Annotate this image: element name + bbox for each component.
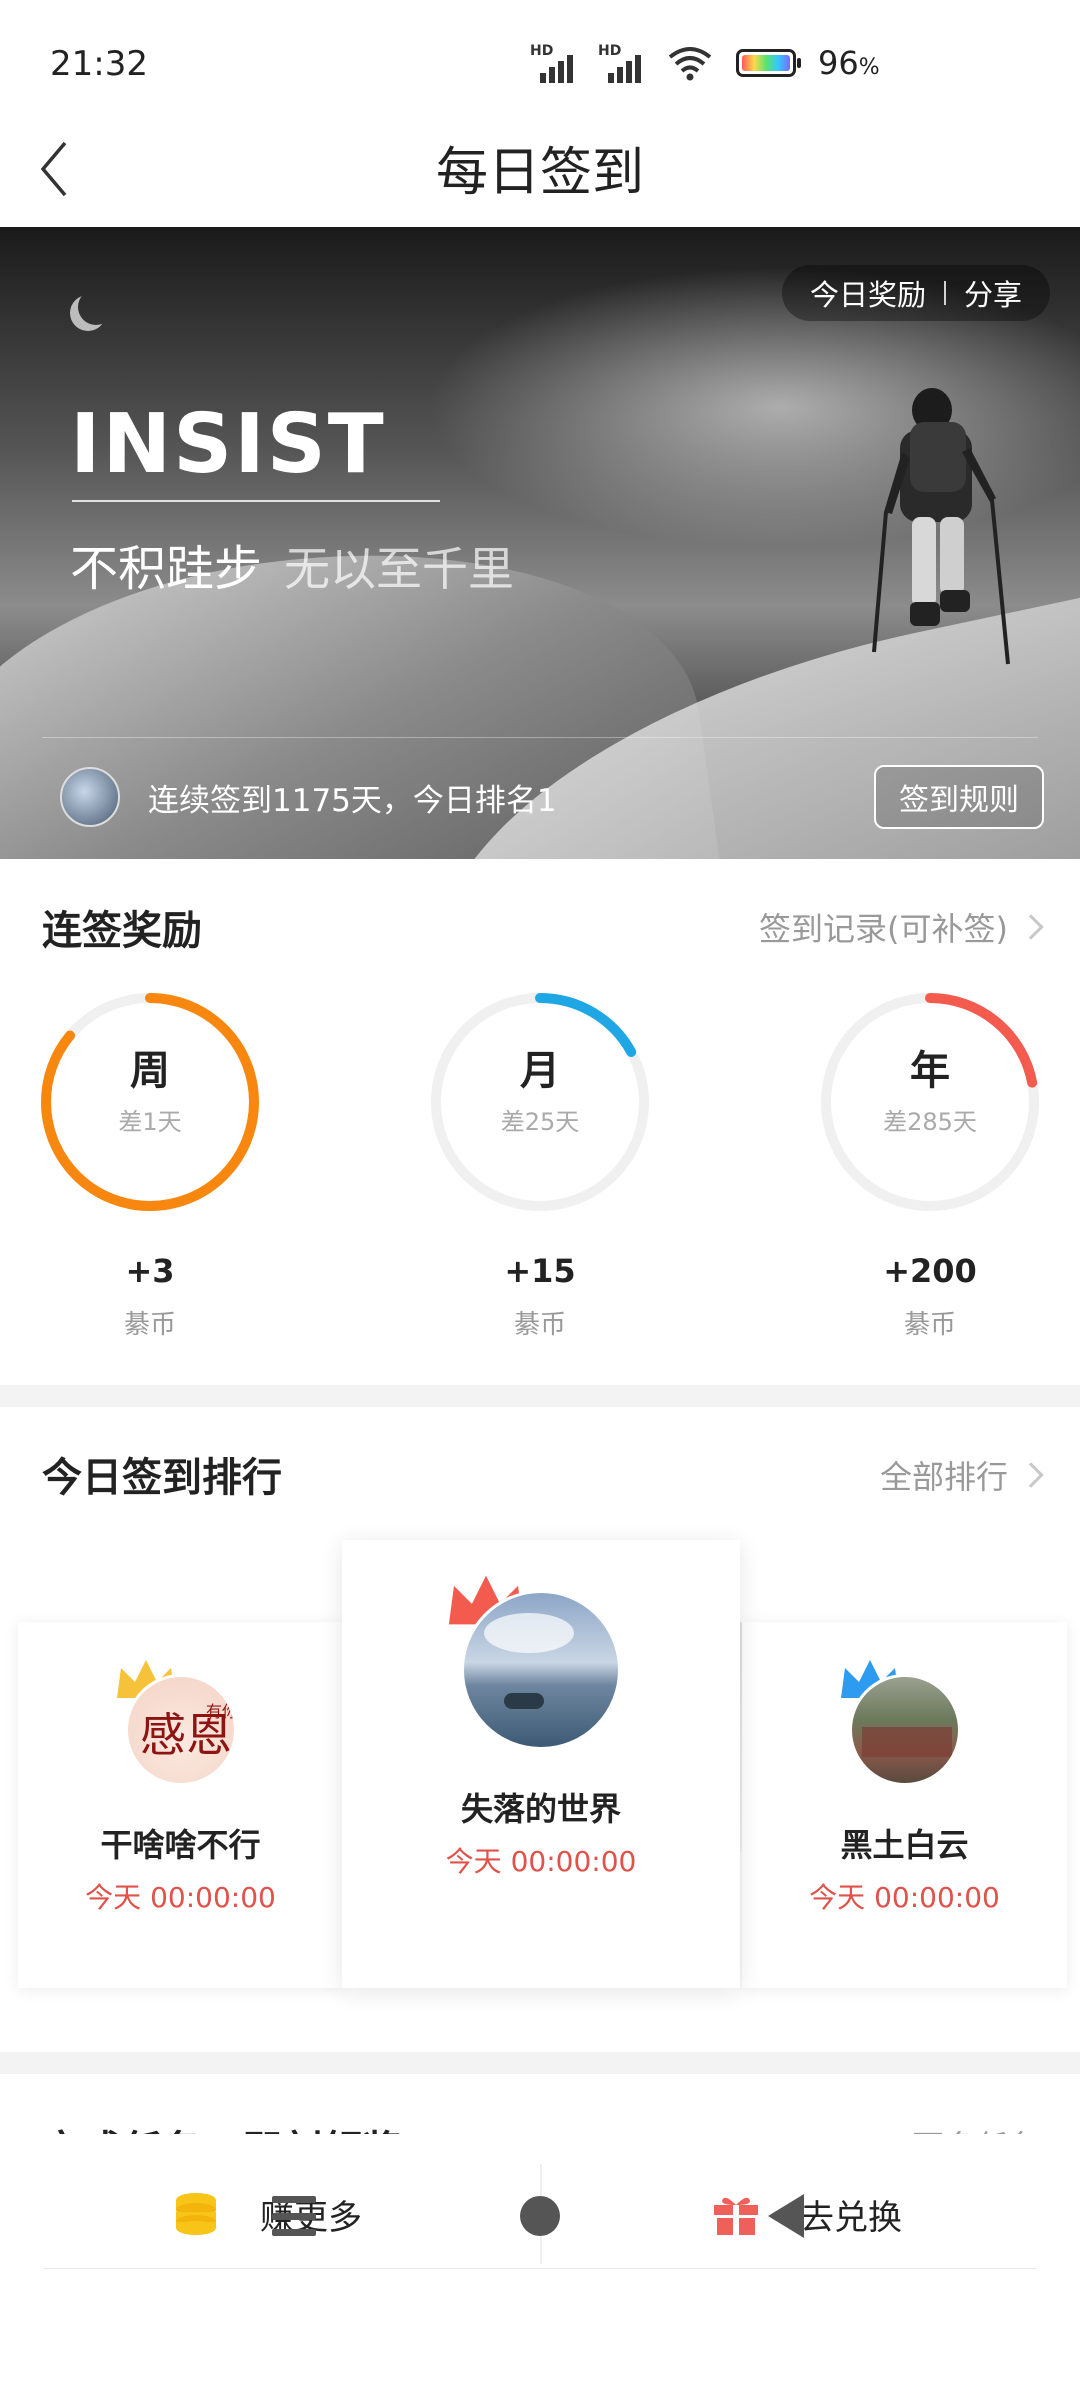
- status-bar: 21:32 HD HD 96%: [0, 0, 1080, 120]
- nav-back-button[interactable]: [768, 2194, 804, 2238]
- avatar-image: [848, 1674, 961, 1786]
- checkin-banner: 今日奖励 分享 INSIST 不积跬步 无以至千里 连续签到1175天，今日排名1…: [0, 227, 1080, 859]
- checkin-record-label: 签到记录(可补签): [759, 910, 1008, 948]
- ranking-title: 今日签到排行: [42, 1455, 282, 1501]
- battery-percent: 96%: [818, 44, 880, 82]
- banner-headline: INSIST: [70, 397, 386, 492]
- headline-underline: [72, 500, 440, 502]
- reward-amount: +15: [504, 1252, 576, 1290]
- motto-sub: 无以至千里: [284, 542, 515, 596]
- signal-icon: HD: [530, 43, 576, 83]
- svg-text:有你: 有你: [206, 1702, 237, 1721]
- hiker-silhouette: [872, 388, 1010, 665]
- streak-text: 连续签到1175天，今日排名1: [148, 783, 557, 819]
- reward-unit: 綦币: [513, 1310, 566, 1340]
- reward-month: 月 差25天 +15 綦币: [428, 990, 652, 1341]
- reward-amount: +3: [125, 1252, 175, 1290]
- signal-hd-label: HD: [530, 43, 554, 59]
- today-reward-link[interactable]: 今日奖励: [810, 272, 926, 314]
- tasks-section: 完成任务，即刻领奖 更多任务: [0, 2078, 1080, 2138]
- rank-user-name: 黑土白云: [840, 1826, 969, 1864]
- section-gap: [0, 2052, 1080, 2074]
- nav-home-button[interactable]: [520, 2196, 560, 2236]
- redeem-button[interactable]: 去兑换: [712, 2174, 902, 2254]
- rank-avatar: [448, 1575, 621, 1750]
- rank-avatar: 感恩 有你: [116, 1660, 241, 1790]
- rank-checkin-time: 今天 00:00:00: [445, 1845, 637, 1878]
- rank-avatar: [840, 1660, 965, 1790]
- chevron-right-icon: [1018, 1462, 1044, 1488]
- chevron-right-icon: [1018, 914, 1044, 940]
- motto-main: 不积跬步: [70, 541, 263, 597]
- nav-recents-button[interactable]: [272, 2196, 316, 2236]
- user-avatar[interactable]: [60, 767, 120, 827]
- earn-more-button[interactable]: 赚更多: [172, 2174, 362, 2254]
- bottom-action-bar: 赚更多 去兑换: [0, 2134, 1080, 2400]
- rank-card-third[interactable]: 黑土白云 今天 00:00:00: [742, 1622, 1067, 1988]
- reward-remaining: 差285天: [883, 1108, 977, 1136]
- reward-period: 周: [130, 1048, 170, 1094]
- signal-hd-label: HD: [598, 43, 622, 59]
- checkin-record-link[interactable]: 签到记录(可补签): [759, 904, 1044, 950]
- rank-checkin-time: 今天 00:00:00: [85, 1881, 276, 1914]
- app-header: 每日签到: [0, 120, 1080, 225]
- reward-unit: 綦币: [123, 1310, 176, 1340]
- moon-icon: [78, 289, 114, 325]
- reward-year: 年 差285天 +200 綦币: [818, 990, 1042, 1341]
- action-divider: [943, 281, 946, 305]
- avatar-image: [461, 1590, 621, 1750]
- rank-card-first[interactable]: 失落的世界 今天 00:00:00: [342, 1540, 740, 1988]
- streak-rewards-title: 连签奖励: [42, 908, 202, 954]
- reward-period: 年: [910, 1048, 950, 1094]
- rank-user-name: 失落的世界: [460, 1790, 621, 1828]
- status-time: 21:32: [50, 44, 148, 84]
- bar-divider: [44, 2268, 1036, 2269]
- coin-stack-icon: [176, 2193, 216, 2235]
- banner-actions: 今日奖励 分享: [781, 265, 1050, 321]
- wifi-icon: [668, 47, 712, 81]
- reward-remaining: 差1天: [118, 1108, 182, 1136]
- signal-icon: HD: [598, 43, 644, 83]
- rank-checkin-time: 今天 00:00:00: [809, 1881, 1000, 1914]
- banner-motto: 不积跬步 无以至千里: [70, 529, 514, 599]
- all-ranking-link[interactable]: 全部排行: [879, 1452, 1044, 1498]
- rank-user-name: 干啥啥不行: [100, 1826, 261, 1864]
- avatar-image: 感恩 有你: [124, 1674, 237, 1786]
- all-ranking-label: 全部排行: [879, 1458, 1008, 1496]
- share-link[interactable]: 分享: [964, 272, 1022, 314]
- reward-period: 月: [520, 1048, 560, 1094]
- checkin-rules-button[interactable]: 签到规则: [874, 765, 1044, 829]
- banner-divider: [42, 737, 1038, 738]
- page-title: 每日签到: [435, 143, 644, 203]
- redeem-label: 去兑换: [800, 2197, 902, 2238]
- battery-icon: [736, 49, 801, 77]
- reward-unit: 綦币: [903, 1310, 956, 1340]
- reward-remaining: 差25天: [500, 1108, 580, 1136]
- section-gap: [0, 1385, 1080, 1407]
- rank-card-second[interactable]: 感恩 有你 干啥啥不行 今天 00:00:00: [18, 1622, 343, 1988]
- reward-week: 周 差1天 +3 綦币: [38, 990, 262, 1341]
- reward-amount: +200: [883, 1252, 977, 1290]
- status-icons: HD HD 96%: [530, 38, 880, 88]
- gift-icon: [714, 2197, 758, 2235]
